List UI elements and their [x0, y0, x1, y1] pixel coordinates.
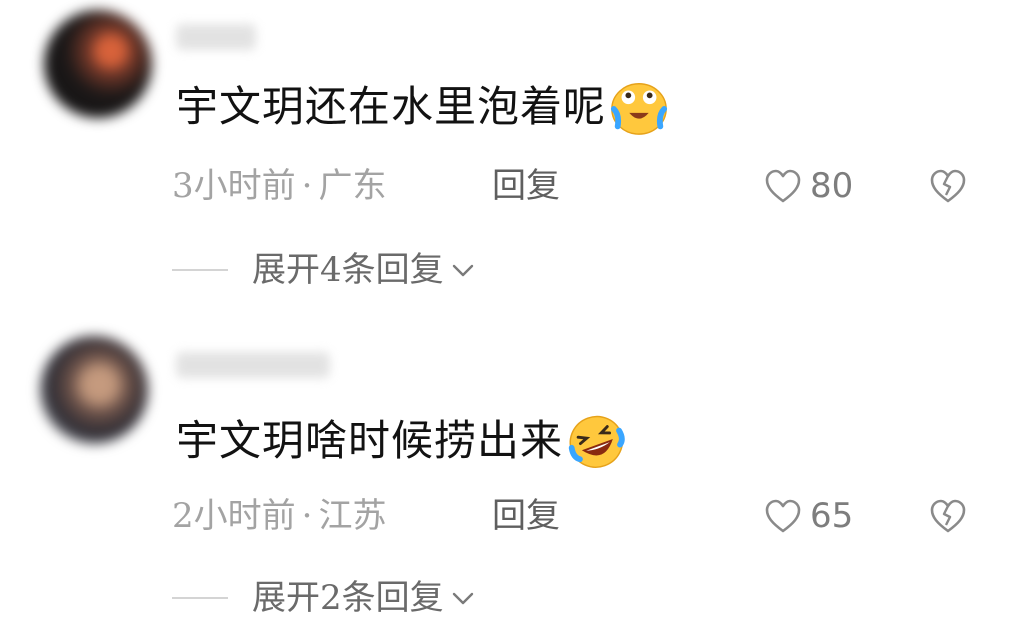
like-button[interactable]: 65: [764, 496, 853, 536]
chevron-down-icon: [452, 592, 473, 605]
comment-item: 宇文玥啥时候捞出来 2小时前 · 江苏 回复 65 展开2条回复: [0, 0, 1024, 618]
reply-button[interactable]: 回复: [492, 496, 560, 536]
dislike-button[interactable]: [928, 498, 968, 538]
comment-time: 2小时前: [172, 496, 296, 536]
broken-heart-icon: [930, 499, 966, 533]
comment-location: 江苏: [318, 496, 387, 536]
like-count: 65: [810, 496, 854, 536]
comment-body: 宇文玥啥时候捞出来: [176, 416, 564, 465]
comment-text: 宇文玥啥时候捞出来: [176, 410, 627, 472]
rolling-laughing-face-icon: [568, 415, 625, 468]
username-blurred[interactable]: [176, 352, 330, 378]
expand-replies-button[interactable]: 展开2条回复: [172, 578, 476, 618]
meta-separator: ·: [301, 496, 313, 536]
comment-meta: 2小时前 · 江苏: [172, 496, 386, 536]
divider-line: [172, 597, 228, 599]
avatar[interactable]: [40, 336, 148, 444]
expand-replies-label: 展开2条回复: [252, 578, 444, 618]
heart-icon: [765, 499, 801, 533]
